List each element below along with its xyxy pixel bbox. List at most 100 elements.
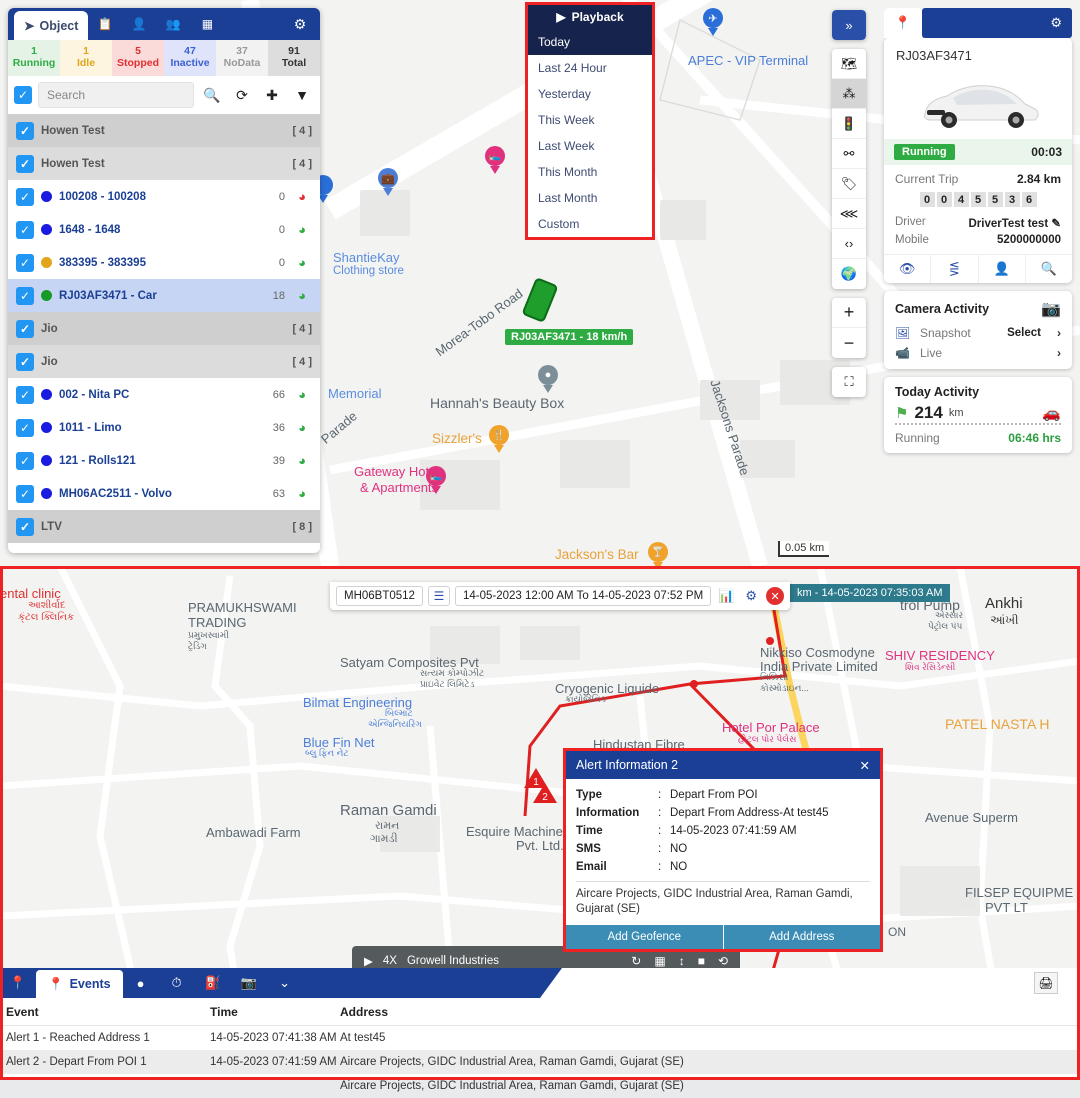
zoom-in-button[interactable]: + xyxy=(832,298,866,328)
globe-pin-icon[interactable]: 🌍 xyxy=(832,259,866,289)
top-map-toolbar[interactable]: » 🗺 ⁂ 🚦 ⚯ 🏷 ⋘ ‹› 🌍 + − ⛶ xyxy=(832,10,866,406)
trip-date-range[interactable]: 14-05-2023 12:00 AM To 14-05-2023 07:52 … xyxy=(454,586,712,606)
clipboard-icon[interactable]: 📋 xyxy=(88,8,122,40)
vehicle-row[interactable]: ✓ 1648 - 1648 0 ◕ xyxy=(8,213,320,246)
route-icon[interactable]: ⚯ xyxy=(832,139,866,169)
cluster-icon[interactable]: ⁂ xyxy=(832,79,866,109)
person-icon[interactable]: 👤 xyxy=(122,8,156,40)
add-address-button[interactable]: Add Address xyxy=(723,925,880,949)
list-icon[interactable]: ☰ xyxy=(427,586,450,606)
poi-pin-airport[interactable]: ✈ xyxy=(703,8,723,36)
refresh-icon[interactable]: ⟳ xyxy=(230,87,254,104)
search-input[interactable]: Search xyxy=(38,82,194,108)
grid-icon[interactable]: ▦ xyxy=(190,8,224,40)
tab-object[interactable]: ➤ Object xyxy=(14,11,89,40)
poi-pin-jacksons-bar[interactable]: 🍸 xyxy=(648,542,668,566)
add-geofence-button[interactable]: Add Geofence xyxy=(566,925,724,949)
row-checkbox[interactable]: ✓ xyxy=(16,319,34,338)
row-checkbox[interactable]: ✓ xyxy=(16,451,34,470)
playback-option-this-month[interactable]: This Month xyxy=(528,159,652,185)
alert-popup-buttons[interactable]: Add Geofence Add Address xyxy=(566,925,880,949)
code-icon[interactable]: ‹› xyxy=(832,229,866,259)
vehicle-row[interactable]: ✓ 1011 - Limo 36 ◕ xyxy=(8,411,320,444)
playback-speed[interactable]: 4X xyxy=(383,955,397,967)
snapshot-action[interactable]: Select xyxy=(1007,327,1041,339)
zoom-out-button[interactable]: − xyxy=(832,328,866,358)
collapse-panel-button[interactable]: » xyxy=(832,10,866,40)
search-zoom-icon[interactable]: 🔍 xyxy=(1026,255,1072,283)
location-icon[interactable]: 📍 xyxy=(0,968,36,998)
row-checkbox[interactable]: ✓ xyxy=(16,418,34,437)
fullscreen-icon[interactable]: ⛶ xyxy=(832,367,866,397)
row-checkbox[interactable]: ✓ xyxy=(16,385,34,404)
close-icon[interactable]: ✕ xyxy=(860,758,870,773)
refresh-icon[interactable]: ↻ xyxy=(631,954,641,968)
row-checkbox[interactable]: ✓ xyxy=(16,121,34,140)
status-total[interactable]: 91 Total xyxy=(268,40,320,76)
print-icon[interactable]: 🖨 xyxy=(1034,972,1058,994)
row-checkbox[interactable]: ✓ xyxy=(16,484,34,503)
vehicle-group-row[interactable]: ✓ Howen Test [ 4 ] xyxy=(8,147,320,180)
poi-pin-beauty[interactable]: ● xyxy=(538,365,558,393)
select-all-checkbox[interactable]: ✓ xyxy=(14,86,32,104)
playback-option-custom[interactable]: Custom xyxy=(528,211,652,237)
tab-events[interactable]: 📍 Events xyxy=(36,970,123,998)
chart-icon[interactable]: ▦ xyxy=(654,954,665,968)
stop-icon[interactable]: ■ xyxy=(698,954,705,968)
share-icon[interactable]: ⋚ xyxy=(931,255,979,283)
group-icon[interactable]: 👥 xyxy=(156,8,190,40)
vehicle-row[interactable]: ✓ MH06AC2511 - Volvo 63 ◕ xyxy=(8,477,320,510)
playback-option-last-24-hour[interactable]: Last 24 Hour xyxy=(528,55,652,81)
row-checkbox[interactable]: ✓ xyxy=(16,220,34,239)
eye-icon[interactable]: 👁 xyxy=(884,255,932,283)
gear-icon[interactable]: ⚙ xyxy=(1050,15,1062,31)
search-icon[interactable]: 🔍 xyxy=(200,87,224,104)
row-checkbox[interactable]: ✓ xyxy=(16,253,34,272)
reset-icon[interactable]: ⟲ xyxy=(718,954,728,968)
events-table-body[interactable]: Alert 1 - Reached Address 1 14-05-2023 07… xyxy=(0,1026,1080,1098)
playback-dropdown[interactable]: ▶ Playback Today Last 24 Hour Yesterday Thi… xyxy=(525,2,655,240)
row-checkbox[interactable]: ✓ xyxy=(16,352,34,371)
trip-vehicle[interactable]: MH06BT0512 xyxy=(336,586,423,606)
traffic-light-icon[interactable]: 🚦 xyxy=(832,109,866,139)
vehicle-row[interactable]: ✓ 383395 - 383395 0 ◕ xyxy=(8,246,320,279)
event-row[interactable]: Alert 1 - Reached Address 1 14-05-2023 07… xyxy=(0,1026,1080,1050)
gear-icon[interactable]: ⚙ xyxy=(741,586,761,606)
report-icon[interactable]: 📊 xyxy=(716,586,736,606)
playback-option-last-week[interactable]: Last Week xyxy=(528,133,652,159)
filter-icon[interactable]: ▼ xyxy=(290,87,314,103)
snapshot-row[interactable]: 🖼 Snapshot Select › xyxy=(884,323,1072,343)
playback-option-this-week[interactable]: This Week xyxy=(528,107,652,133)
location-pin-icon[interactable]: 📍 xyxy=(884,8,922,38)
live-row[interactable]: 📹 Live › xyxy=(884,343,1072,369)
playback-option-today[interactable]: Today xyxy=(528,29,652,55)
row-checkbox[interactable]: ✓ xyxy=(16,187,34,206)
events-tab-bar[interactable]: 📍 📍 Events ● ⏱ ⛽ 📷 ⌄ xyxy=(0,968,562,998)
play-icon[interactable]: ▶ xyxy=(364,954,373,968)
vehicle-group-row[interactable]: ✓ Howen Test [ 4 ] xyxy=(8,114,320,147)
playback-option-yesterday[interactable]: Yesterday xyxy=(528,81,652,107)
gauge-icon[interactable]: ⏱ xyxy=(159,968,195,998)
playback-option-last-month[interactable]: Last Month xyxy=(528,185,652,211)
poi-pin-shantiekay[interactable]: 💼 xyxy=(378,168,398,196)
circle-icon[interactable]: ● xyxy=(123,968,159,998)
map-icon[interactable]: 🗺 xyxy=(832,49,866,79)
poi-pin-pink[interactable]: 🛌 xyxy=(485,146,505,174)
tag-icon[interactable]: 🏷 xyxy=(832,169,866,199)
status-nodata[interactable]: 37 NoData xyxy=(216,40,268,76)
alert-marker-2[interactable]: 2 xyxy=(533,783,557,805)
playback-options[interactable]: Today Last 24 Hour Yesterday This Week Last … xyxy=(528,29,652,237)
status-stopped[interactable]: 5 Stopped xyxy=(112,40,164,76)
vehicle-group-row[interactable]: ✓ Jio [ 4 ] xyxy=(8,312,320,345)
camera-icon[interactable]: 📷 xyxy=(231,968,267,998)
gear-icon[interactable]: ⚙ xyxy=(280,8,320,40)
chevron-down-icon[interactable]: ⌄ xyxy=(267,968,303,998)
vehicle-group-row[interactable]: ✓ LTV [ 8 ] xyxy=(8,510,320,543)
vehicle-list[interactable]: ✓ Howen Test [ 4 ] ✓ Howen Test [ 4 ] ✓ 100208 … xyxy=(8,114,320,544)
event-row[interactable]: Alert 2 - Depart From POI 1 14-05-2023 07… xyxy=(0,1050,1080,1074)
share-icon[interactable]: ⋘ xyxy=(832,199,866,229)
close-icon[interactable]: ✕ xyxy=(766,587,785,605)
status-running[interactable]: 1 Running xyxy=(8,40,60,76)
fuel-icon[interactable]: ⛽ xyxy=(195,968,231,998)
vehicle-row[interactable]: ✓ 100208 - 100208 0 ◕ xyxy=(8,180,320,213)
